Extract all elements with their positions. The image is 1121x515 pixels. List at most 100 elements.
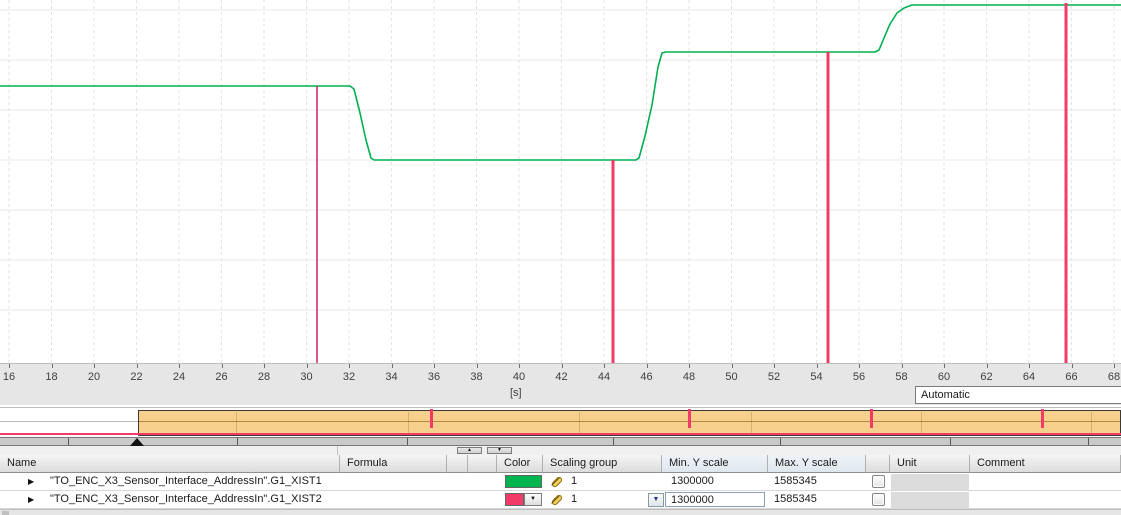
signal-trace-line	[0, 4, 1121, 161]
column-header-name[interactable]: Name	[0, 455, 340, 473]
selection-start-marker[interactable]	[130, 438, 144, 446]
axis-tick-label: 52	[767, 371, 781, 383]
unit-cell-disabled	[891, 474, 969, 490]
scaling-group-value[interactable]: 1	[571, 491, 577, 508]
column-header-min-y-scale[interactable]: Min. Y scale	[662, 455, 768, 473]
max-y-scale-value[interactable]: 1585345	[774, 473, 817, 490]
column-header-comment[interactable]: Comment	[970, 455, 1121, 473]
axis-tick	[944, 364, 945, 368]
overview-cursor-tick	[688, 409, 691, 428]
trace-chart-area[interactable]	[0, 0, 1121, 363]
axis-tick	[689, 364, 690, 368]
axis-tick-label: 20	[87, 371, 101, 383]
axis-tick	[731, 364, 733, 368]
axis-tick	[136, 364, 138, 368]
min-y-scale-value[interactable]: 1300000	[671, 473, 714, 490]
overview-cursor-tick	[430, 409, 433, 428]
axis-tick-label: 46	[640, 371, 653, 383]
axis-unit-label: [s]	[510, 387, 522, 399]
ruler-tick	[950, 438, 951, 445]
axis-tick	[94, 364, 95, 368]
axis-tick	[1114, 364, 1115, 368]
table-row[interactable]: ▶ "TO_ENC_X3_Sensor_Interface_AddressIn"…	[0, 473, 1121, 491]
signal-name[interactable]: "TO_ENC_X3_Sensor_Interface_AddressIn".G…	[50, 491, 322, 508]
overview-gridline	[751, 412, 752, 434]
time-axis: [s] Automatic 16 18 20 22 24 26 28 30 32 34 36 38 40…	[0, 363, 1121, 406]
axis-tick-label: 24	[172, 371, 186, 383]
axis-tick-label: 28	[257, 371, 271, 383]
column-header-unit[interactable]: Unit	[890, 455, 970, 473]
overview-signal-line	[139, 421, 1120, 422]
table-splitter[interactable]: ▲ ▼	[0, 446, 1121, 455]
scaling-group-dropdown-button[interactable]: ▼	[648, 493, 664, 507]
axis-tick-label: 36	[427, 371, 441, 383]
signal-color-swatch[interactable]	[505, 475, 542, 488]
row-gutter	[2, 511, 9, 515]
overview-signal2-line	[0, 433, 1121, 435]
color-dropdown-button[interactable]: ▼	[524, 493, 542, 506]
axis-tick	[646, 364, 648, 368]
ruler-tick	[780, 438, 781, 445]
axis-tick	[51, 364, 53, 368]
overview-gridline	[921, 412, 922, 434]
axis-tick-label: 62	[980, 371, 993, 383]
overview-ruler[interactable]	[0, 437, 1121, 446]
axis-tick-label: 32	[342, 371, 356, 383]
max-y-scale-value[interactable]: 1585345	[774, 491, 817, 508]
axis-tick	[221, 364, 223, 368]
table-row-partial[interactable]	[0, 509, 1121, 515]
min-y-scale-input[interactable]: 1300000	[665, 492, 765, 507]
column-header-max-y-scale[interactable]: Max. Y scale	[768, 455, 866, 473]
column-header-formula[interactable]: Formula	[340, 455, 447, 473]
axis-tick	[816, 364, 818, 368]
axis-tick	[604, 364, 605, 368]
ruler-tick	[237, 438, 238, 445]
axis-tick	[264, 364, 265, 368]
axis-tick-label: 26	[215, 371, 228, 383]
time-mode-dropdown[interactable]: Automatic	[915, 386, 1121, 404]
axis-tick-label: 40	[512, 371, 526, 383]
scaling-group-icon	[550, 493, 564, 507]
axis-tick	[179, 364, 180, 368]
y100-checkbox[interactable]	[872, 493, 885, 506]
axis-tick	[306, 364, 308, 368]
trace-overview-strip[interactable]	[0, 405, 1121, 437]
unit-cell-disabled	[891, 492, 969, 508]
scaling-group-icon	[550, 475, 564, 489]
axis-tick	[9, 364, 10, 368]
collapse-down-button[interactable]: ▼	[487, 447, 512, 454]
axis-tick	[391, 364, 393, 368]
axis-tick	[349, 364, 350, 368]
axis-tick-label: 64	[1022, 371, 1036, 383]
overview-gridline	[1091, 412, 1092, 434]
signal-table: Name Formula FO Color Scaling group Min.…	[0, 455, 1121, 515]
axis-tick-label: 58	[895, 371, 908, 383]
ruler-tick	[68, 438, 69, 445]
axis-tick	[519, 364, 520, 368]
axis-tick-label: 44	[597, 371, 611, 383]
overview-gridline	[579, 412, 580, 434]
signal-name[interactable]: "TO_ENC_X3_Sensor_Interface_AddressIn".G…	[50, 473, 322, 490]
expand-row-icon[interactable]: ▶	[28, 478, 34, 486]
overview-gridline	[0, 407, 1121, 408]
column-header-scaling-group[interactable]: Scaling group	[543, 455, 662, 473]
axis-tick-label: 30	[300, 371, 313, 383]
trace-application-window: [s] Automatic 16 18 20 22 24 26 28 30 32 34 36 38 40…	[0, 0, 1121, 515]
axis-tick	[986, 364, 988, 368]
axis-tick	[859, 364, 860, 368]
ruler-tick	[1088, 438, 1089, 445]
expand-up-button[interactable]: ▲	[457, 447, 482, 454]
signal-color-swatch[interactable]	[505, 493, 524, 506]
column-header-fo[interactable]: FO	[468, 455, 497, 473]
expand-row-icon[interactable]: ▶	[28, 496, 34, 504]
axis-tick-label: 38	[470, 371, 483, 383]
overview-cursor-tick	[1041, 409, 1044, 428]
scaling-group-value[interactable]: 1	[571, 473, 577, 490]
y100-checkbox[interactable]	[872, 475, 885, 488]
column-header-color[interactable]: Color	[497, 455, 543, 473]
axis-tick-label: 68	[1107, 371, 1121, 383]
column-header-y100[interactable]: ↑y 100%	[866, 455, 890, 473]
overview-gridline	[408, 412, 409, 434]
column-header-spacer	[447, 455, 468, 473]
table-row[interactable]: ▶ "TO_ENC_X3_Sensor_Interface_AddressIn"…	[0, 491, 1121, 509]
